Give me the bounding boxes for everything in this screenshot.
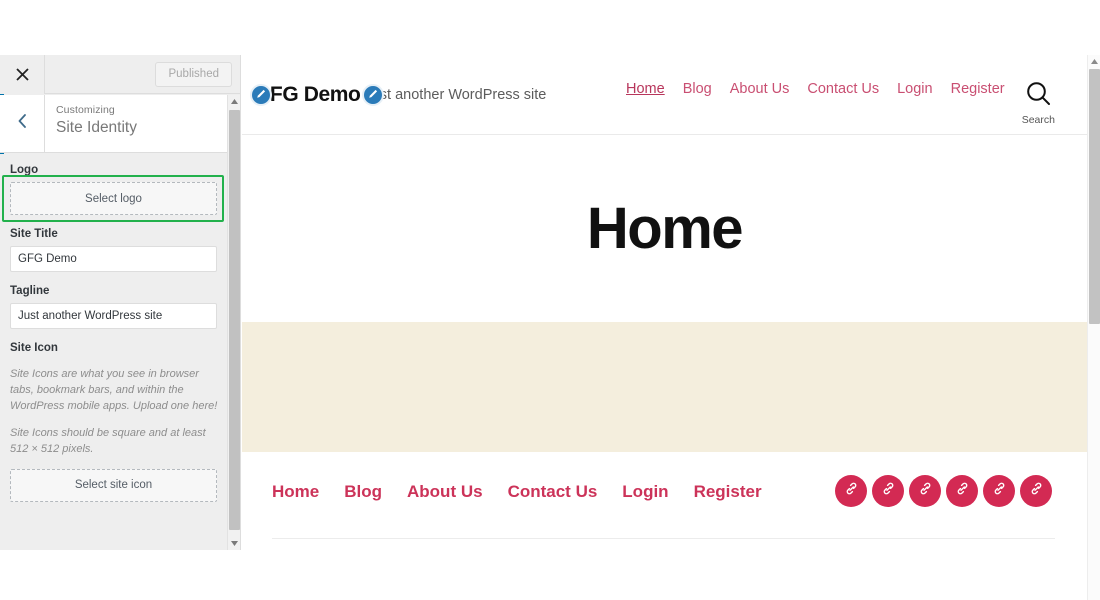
- footer-divider: [272, 538, 1055, 539]
- back-button[interactable]: [0, 95, 45, 152]
- close-icon: [15, 67, 29, 81]
- browser-scroll-thumb[interactable]: [1089, 69, 1100, 324]
- footer-nav-item-contact-us[interactable]: Contact Us: [508, 482, 598, 502]
- social-link-4[interactable]: [946, 475, 978, 507]
- hero-title: Home: [586, 196, 744, 261]
- search-icon: [1025, 80, 1052, 112]
- pencil-edit-icon: [256, 86, 267, 104]
- site-title-input[interactable]: [10, 246, 217, 272]
- social-link-6[interactable]: [1020, 475, 1052, 507]
- nav-item-about-us[interactable]: About Us: [730, 81, 790, 97]
- nav-item-contact-us[interactable]: Contact Us: [807, 81, 879, 97]
- footer-nav-item-register[interactable]: Register: [694, 482, 762, 502]
- nav-item-register[interactable]: Register: [951, 81, 1005, 97]
- browser-scrollbar[interactable]: [1087, 55, 1100, 600]
- tagline-label: Tagline: [10, 285, 50, 297]
- nav-item-login[interactable]: Login: [897, 81, 932, 97]
- sidebar-scrollbar[interactable]: [227, 95, 240, 550]
- panel-titles: Customizing Site Identity: [45, 95, 137, 152]
- social-links: [835, 475, 1052, 507]
- sidebar-scroll-thumb[interactable]: [229, 110, 240, 530]
- site-branding: GFG Demo Just another WordPress site: [252, 83, 546, 107]
- customizer-header: Published: [0, 55, 240, 94]
- site-icon-description-1: Site Icons are what you see in browser t…: [10, 368, 218, 412]
- link-icon: [918, 481, 933, 501]
- page-title: Site Identity: [56, 119, 137, 136]
- site-footer: Home Blog About Us Contact Us Login Regi…: [242, 452, 1087, 600]
- link-icon: [881, 481, 896, 501]
- footer-nav-item-blog[interactable]: Blog: [344, 482, 382, 502]
- footer-nav-item-login[interactable]: Login: [622, 482, 668, 502]
- content-band: [242, 322, 1087, 452]
- scroll-down-arrow-icon[interactable]: [228, 537, 240, 550]
- chevron-left-icon: [17, 114, 28, 133]
- customizer-sidebar: Published Customizing Site Identity Logo…: [0, 55, 241, 550]
- link-icon: [1029, 481, 1044, 501]
- footer-nav-item-about-us[interactable]: About Us: [407, 482, 483, 502]
- edit-shortcut-site-title[interactable]: [250, 83, 272, 106]
- hero-section: Home: [242, 135, 1087, 322]
- logo-label: Logo: [10, 164, 39, 176]
- close-customizer-button[interactable]: [0, 55, 45, 94]
- site-header: GFG Demo Just another WordPress site Hom…: [242, 55, 1087, 135]
- tagline-input[interactable]: [10, 303, 217, 329]
- social-link-2[interactable]: [872, 475, 904, 507]
- link-icon: [844, 481, 859, 501]
- customizer-screen: Published Customizing Site Identity Logo…: [0, 0, 1100, 600]
- footer-nav-item-home[interactable]: Home: [272, 482, 319, 502]
- site-icon-description-2: Site Icons should be square and at least…: [10, 426, 206, 455]
- top-strip: [0, 0, 1100, 55]
- primary-navigation: Home Blog About Us Contact Us Login Regi…: [626, 81, 1005, 97]
- nav-item-blog[interactable]: Blog: [683, 81, 712, 97]
- site-title-field: Site Title: [10, 228, 217, 272]
- pencil-edit-icon: [368, 86, 379, 104]
- site-title-label: Site Title: [10, 228, 58, 240]
- social-link-1[interactable]: [835, 475, 867, 507]
- logo-control: Select logo: [2, 175, 224, 222]
- controls-list: Logo Select logo Site Title Tagline Site…: [0, 154, 229, 550]
- scroll-up-arrow-icon[interactable]: [228, 95, 240, 108]
- select-logo-button[interactable]: Select logo: [10, 182, 217, 215]
- select-site-icon-button[interactable]: Select site icon: [10, 468, 217, 502]
- scroll-up-arrow-icon[interactable]: [1088, 55, 1100, 68]
- tagline-field: Tagline: [10, 285, 217, 329]
- published-button[interactable]: Published: [155, 62, 232, 87]
- social-link-5[interactable]: [983, 475, 1015, 507]
- link-icon: [992, 481, 1007, 501]
- site-icon-label: Site Icon: [10, 342, 58, 354]
- footer-navigation: Home Blog About Us Contact Us Login Regi…: [272, 482, 762, 502]
- search-label: Search: [1021, 114, 1055, 126]
- search-button[interactable]: Search: [1022, 80, 1055, 126]
- edit-shortcut-tagline[interactable]: [362, 83, 384, 106]
- panel-title-row: Customizing Site Identity: [0, 95, 240, 153]
- site-tagline-text: Just another WordPress site: [364, 86, 547, 103]
- link-icon: [955, 481, 970, 501]
- nav-item-home[interactable]: Home: [626, 81, 665, 97]
- site-preview: GFG Demo Just another WordPress site Hom…: [242, 55, 1087, 600]
- social-link-3[interactable]: [909, 475, 941, 507]
- breadcrumb: Customizing: [56, 104, 115, 116]
